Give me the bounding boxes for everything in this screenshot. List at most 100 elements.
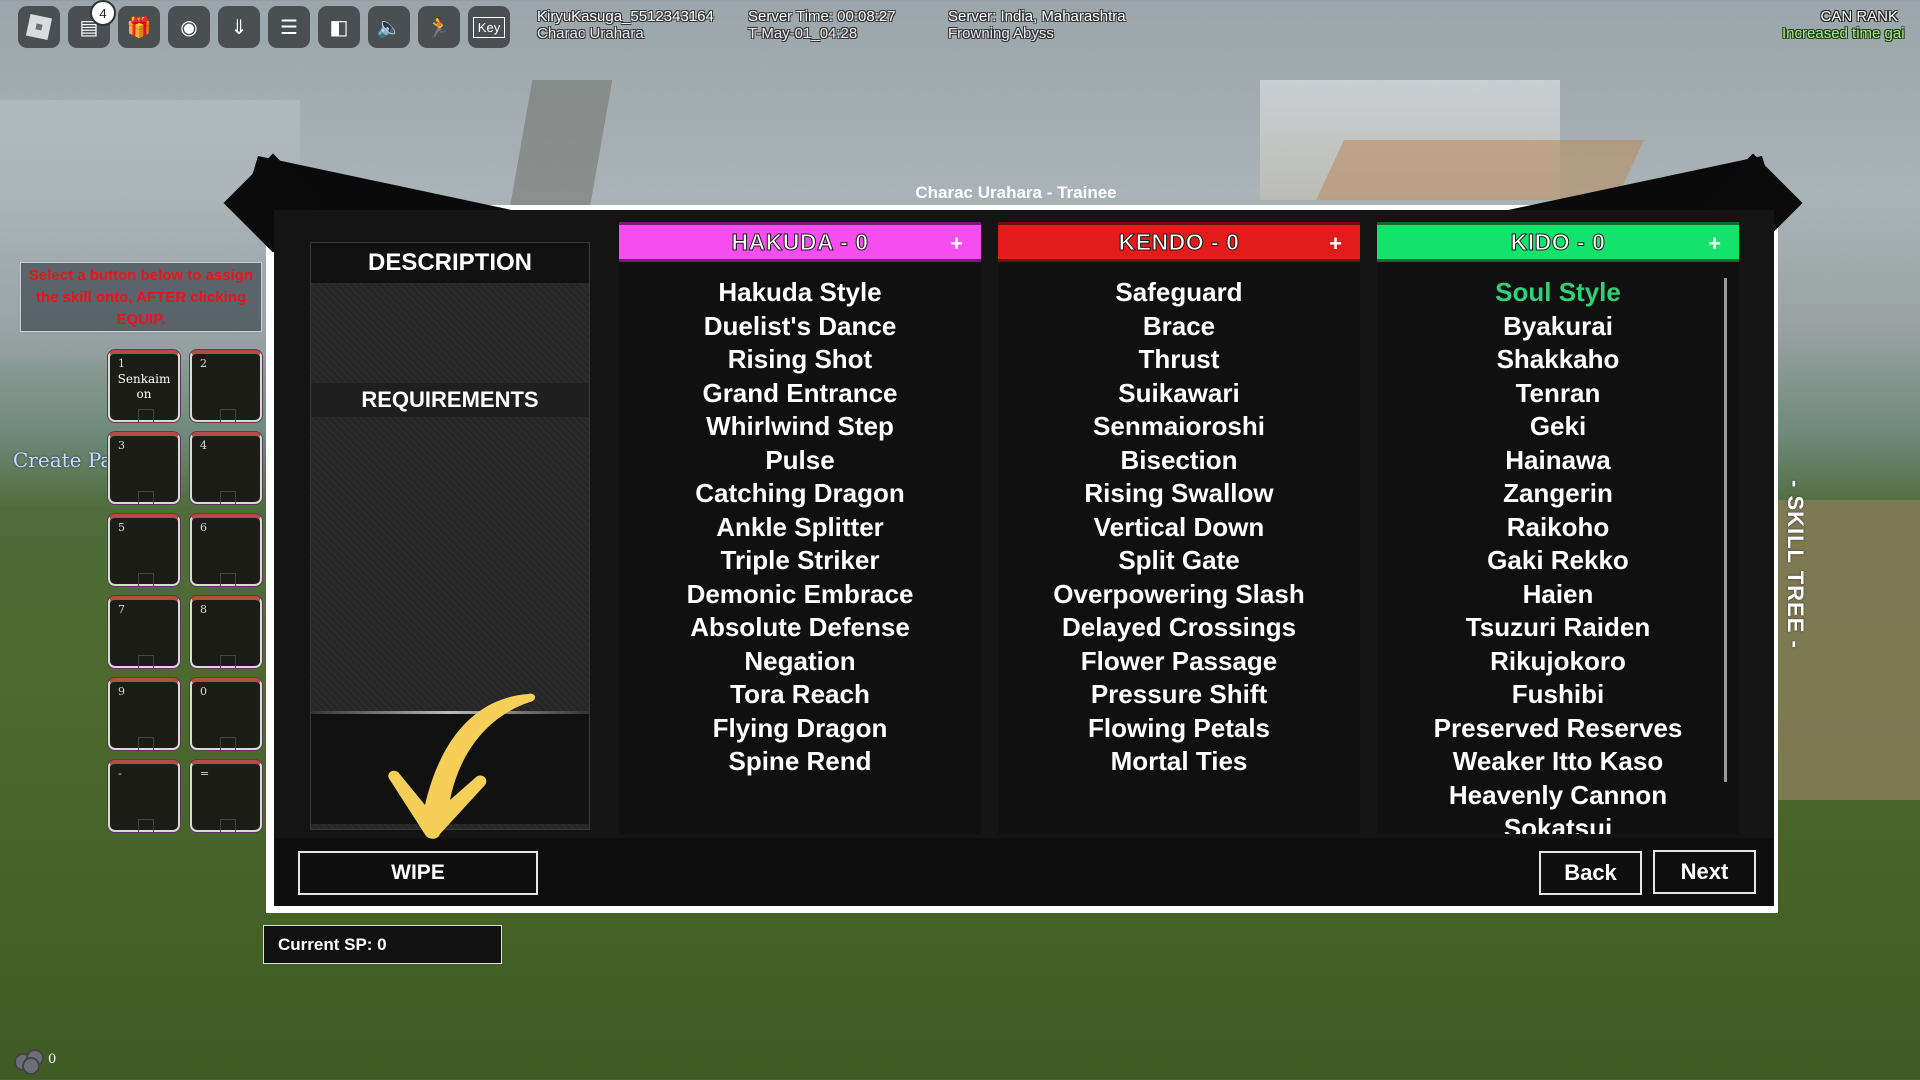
slot-key: 6 [200, 521, 207, 534]
kendo-column: KENDO - 0 + Safeguard Brace Thrust Suikawar… [998, 222, 1360, 834]
back-button[interactable]: Back [1539, 851, 1642, 895]
slot-tab [220, 655, 236, 668]
skill-item[interactable]: Duelist's Dance [619, 310, 981, 344]
gift-button[interactable]: 🎁 [118, 6, 160, 48]
hotbar-slot[interactable]: 1 Senkaim on [108, 350, 180, 422]
skill-item[interactable]: Hakuda Style [619, 276, 981, 310]
skill-item[interactable]: Mortal Ties [998, 745, 1360, 779]
hakuda-add-point-button[interactable]: + [950, 231, 963, 257]
skill-item[interactable]: Thrust [998, 343, 1360, 377]
skill-item[interactable]: Tora Reach [619, 678, 981, 712]
kendo-add-point-button[interactable]: + [1329, 231, 1342, 257]
kido-column: KIDO - 0 + Soul Style Byakurai Shakkaho Ten… [1377, 222, 1739, 834]
hotbar-slot[interactable]: 5 [108, 514, 180, 586]
server-icon: ☰ [280, 16, 298, 39]
door-exit-icon: ◧ [329, 16, 349, 39]
hotbar-slot[interactable]: 2 [190, 350, 262, 422]
next-button[interactable]: Next [1653, 850, 1756, 894]
hotbar-slot[interactable]: 3 [108, 432, 180, 504]
server-time: Server Time: 00:08:27 [748, 8, 896, 25]
camera-icon: ◉ [180, 16, 198, 39]
hakuda-title: HAKUDA - 0 [731, 228, 869, 255]
skill-item[interactable]: Fushibi [1377, 678, 1739, 712]
skill-item[interactable]: Haien [1377, 578, 1739, 612]
skill-item[interactable]: Heavenly Cannon [1377, 779, 1739, 813]
skill-item[interactable]: Weaker Itto Kaso [1377, 745, 1739, 779]
hotbar-slot[interactable]: 7 [108, 596, 180, 668]
hotbar-slot[interactable]: 0 [190, 678, 262, 750]
skill-item[interactable]: Ankle Splitter [619, 511, 981, 545]
skill-item[interactable]: Sokatsui [1377, 812, 1739, 834]
skill-item[interactable]: Preserved Reserves [1377, 712, 1739, 746]
skill-item[interactable]: Zangerin [1377, 477, 1739, 511]
slot-key: = [200, 767, 210, 780]
kido-add-point-button[interactable]: + [1708, 231, 1721, 257]
pointer-arrow-icon [388, 693, 536, 839]
hotbar-slot[interactable]: 8 [190, 596, 262, 668]
skill-item[interactable]: Flowing Petals [998, 712, 1360, 746]
key-button[interactable]: Key [468, 6, 510, 48]
sprint-button[interactable]: 🏃 [418, 6, 460, 48]
slot-tab [220, 491, 236, 504]
skill-item[interactable]: Delayed Crossings [998, 611, 1360, 645]
skill-item[interactable]: Negation [619, 645, 981, 679]
skill-item[interactable]: Pulse [619, 444, 981, 478]
skill-item[interactable]: Safeguard [998, 276, 1360, 310]
hotbar-slot[interactable]: 9 [108, 678, 180, 750]
roblox-menu-button[interactable] [18, 6, 60, 48]
gears-count: 0 [48, 1051, 57, 1067]
skill-item[interactable]: Vertical Down [998, 511, 1360, 545]
wipe-button[interactable]: WIPE [298, 851, 538, 895]
gears-icon [12, 1047, 46, 1075]
skill-tree-side-label[interactable]: - SKILL TREE - [1782, 480, 1808, 649]
server-location: Server: India, Maharashtra [948, 8, 1126, 25]
camera-button[interactable]: ◉ [168, 6, 210, 48]
skill-item[interactable]: Rising Swallow [998, 477, 1360, 511]
slot-tab [220, 573, 236, 586]
skill-item[interactable]: Flying Dragon [619, 712, 981, 746]
skill-item[interactable]: Soul Style [1377, 276, 1739, 310]
skill-item[interactable]: Grand Entrance [619, 377, 981, 411]
equip-hint: Select a button below to assign the skil… [20, 262, 262, 332]
skill-item[interactable]: Rikujokoro [1377, 645, 1739, 679]
skill-item[interactable]: Byakurai [1377, 310, 1739, 344]
skill-item[interactable]: Geki [1377, 410, 1739, 444]
skill-item[interactable]: Split Gate [998, 544, 1360, 578]
hotbar-slot[interactable]: - [108, 760, 180, 832]
hotbar-slot[interactable]: 4 [190, 432, 262, 504]
skill-item[interactable]: Hainawa [1377, 444, 1739, 478]
skill-item[interactable]: Spine Rend [619, 745, 981, 779]
description-heading: DESCRIPTION [311, 243, 589, 283]
slot-key: 7 [118, 603, 125, 616]
exit-door-button[interactable]: ◧ [318, 6, 360, 48]
skill-item[interactable]: Pressure Shift [998, 678, 1360, 712]
download-icon: ⇓ [230, 16, 248, 39]
skill-item[interactable]: Shakkaho [1377, 343, 1739, 377]
skill-item[interactable]: Absolute Defense [619, 611, 981, 645]
skill-item[interactable]: Gaki Rekko [1377, 544, 1739, 578]
kido-scrollbar[interactable] [1724, 278, 1727, 782]
skill-item[interactable]: Rising Shot [619, 343, 981, 377]
sound-button[interactable]: 🔈 [368, 6, 410, 48]
download-button[interactable]: ⇓ [218, 6, 260, 48]
skill-item[interactable]: Demonic Embrace [619, 578, 981, 612]
skill-item[interactable]: Flower Passage [998, 645, 1360, 679]
skill-item[interactable]: Triple Striker [619, 544, 981, 578]
slot-skill: Senkaim on [117, 372, 171, 401]
hotbar-slot[interactable]: 6 [190, 514, 262, 586]
skill-item[interactable]: Senmaioroshi [998, 410, 1360, 444]
chat-button[interactable]: ▤ 4 [68, 0, 116, 48]
skill-item[interactable]: Brace [998, 310, 1360, 344]
skill-item[interactable]: Suikawari [998, 377, 1360, 411]
skill-item[interactable]: Whirlwind Step [619, 410, 981, 444]
skill-item[interactable]: Tenran [1377, 377, 1739, 411]
key-icon: Key [472, 16, 506, 38]
skill-item[interactable]: Overpowering Slash [998, 578, 1360, 612]
server-button[interactable]: ☰ [268, 6, 310, 48]
skill-item[interactable]: Catching Dragon [619, 477, 981, 511]
rank-note: Increased time gai [1782, 25, 1905, 42]
skill-item[interactable]: Raikoho [1377, 511, 1739, 545]
skill-item[interactable]: Tsuzuri Raiden [1377, 611, 1739, 645]
hotbar-slot[interactable]: = [190, 760, 262, 832]
skill-item[interactable]: Bisection [998, 444, 1360, 478]
